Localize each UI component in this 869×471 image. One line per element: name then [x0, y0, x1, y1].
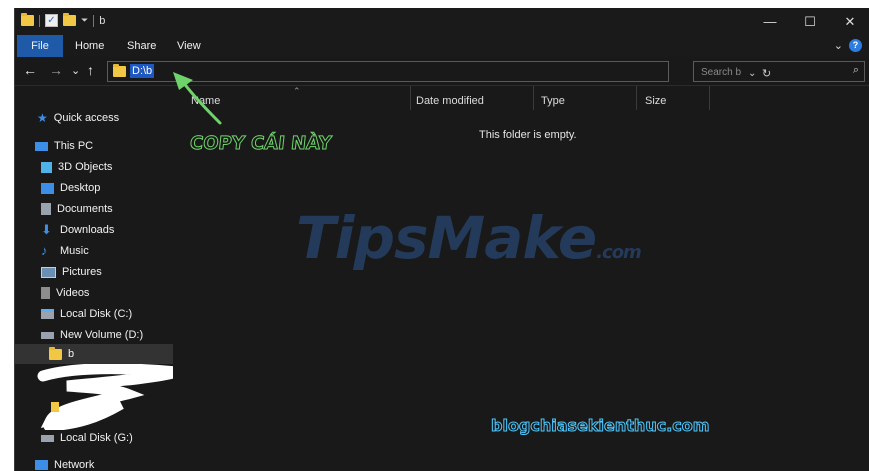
sort-ascending-icon: ⌃	[293, 86, 301, 96]
tipsmake-watermark: TipsMake.com	[296, 204, 642, 272]
sidebar-item-label: Quick access	[53, 112, 120, 124]
sidebar-item-3d-objects[interactable]: 3D Objects	[41, 157, 112, 177]
folder-icon	[21, 13, 34, 26]
cube-icon	[41, 161, 52, 173]
window-title: b	[99, 14, 106, 27]
ribbon-right: ⌄ ?	[834, 39, 862, 52]
computer-icon	[35, 141, 48, 151]
star-icon: ★	[37, 111, 48, 125]
annotation-arrow-icon	[173, 72, 222, 125]
sidebar-item-label: This PC	[54, 140, 94, 152]
sidebar-item-label: Music	[60, 245, 89, 257]
forward-arrow-icon[interactable]: →	[49, 62, 63, 78]
tab-home[interactable]: Home	[65, 35, 114, 57]
sidebar-item-label: Downloads	[60, 224, 115, 236]
column-header-type[interactable]: Type	[541, 92, 565, 110]
column-divider[interactable]	[533, 86, 534, 110]
drive-icon	[41, 434, 54, 442]
sidebar-item-label: Videos	[56, 287, 90, 299]
redaction-scribble	[37, 364, 179, 430]
sidebar-item-label: Local Disk (G:)	[60, 432, 133, 444]
file-explorer-window: ✓ ⏷ b — ☐ ✕ File Home Share View ⌄ ? ← →…	[14, 8, 869, 471]
sidebar-item-desktop[interactable]: Desktop	[41, 178, 100, 198]
close-button[interactable]: ✕	[830, 8, 869, 35]
copy-annotation: COPY CÁI NÀY	[188, 133, 333, 155]
separator	[39, 14, 40, 27]
watermark-suffix: .com	[596, 242, 642, 263]
drive-icon	[41, 331, 54, 339]
column-divider[interactable]	[636, 86, 637, 110]
minimize-button[interactable]: —	[750, 8, 790, 35]
column-header-date-modified[interactable]: Date modified	[416, 92, 484, 110]
new-folder-icon[interactable]	[63, 13, 76, 26]
column-header-size[interactable]: Size	[645, 92, 666, 110]
navigation-bar: ← → ⌄ ↑ D:\b ⌄ ↻ ⌕	[15, 57, 869, 86]
quick-access-toolbar: ✓ ⏷ b	[21, 13, 106, 27]
recent-locations-icon[interactable]: ⌄	[71, 64, 80, 77]
drive-icon	[41, 309, 54, 319]
document-icon	[41, 203, 51, 215]
column-divider[interactable]	[410, 86, 411, 110]
folder-icon	[49, 346, 62, 360]
separator	[93, 14, 95, 27]
sidebar-item-documents[interactable]: Documents	[41, 199, 113, 219]
sidebar-item-label: Network	[54, 459, 95, 471]
window-controls: — ☐ ✕	[750, 8, 869, 35]
address-text[interactable]: D:\b	[130, 64, 155, 78]
sidebar-item-label: Documents	[57, 203, 113, 215]
sidebar-item-music[interactable]: ♪ Music	[41, 241, 89, 261]
sidebar-item-new-volume-d[interactable]: New Volume (D:)	[41, 325, 143, 345]
help-icon[interactable]: ?	[849, 39, 862, 52]
sidebar-item-label: b	[68, 348, 75, 360]
sidebar-item-quick-access[interactable]: ★ Quick access	[37, 108, 119, 128]
up-arrow-icon[interactable]: ↑	[87, 62, 94, 78]
sidebar-item-downloads[interactable]: ⬇ Downloads	[41, 220, 114, 240]
empty-folder-message: This folder is empty.	[479, 129, 577, 141]
pictures-icon	[41, 266, 56, 278]
title-bar: ✓ ⏷ b — ☐ ✕	[15, 8, 869, 35]
sidebar-item-this-pc[interactable]: This PC	[35, 136, 93, 156]
ribbon-tabs: File Home Share View ⌄ ?	[15, 35, 869, 57]
column-divider[interactable]	[709, 86, 710, 110]
search-input[interactable]	[699, 64, 843, 80]
watermark-text: TipsMake	[296, 204, 597, 272]
search-box[interactable]: ⌕	[693, 61, 865, 82]
customize-toolbar-icon[interactable]: ⏷	[81, 15, 88, 26]
sidebar-item-videos[interactable]: Videos	[41, 283, 89, 303]
blog-watermark: blogchiasekienthuc.com	[490, 416, 710, 436]
sidebar-item-b[interactable]: b	[15, 344, 173, 364]
sidebar-item-label: New Volume (D:)	[60, 329, 144, 341]
tab-share[interactable]: Share	[117, 35, 166, 57]
network-icon	[35, 460, 48, 470]
tab-file[interactable]: File	[17, 35, 63, 57]
back-arrow-icon[interactable]: ←	[23, 62, 37, 78]
expand-ribbon-icon[interactable]: ⌄	[834, 39, 843, 52]
navigation-pane: ★ Quick access This PC 3D Objects Deskto…	[15, 86, 179, 471]
sidebar-item-label: Pictures	[62, 266, 102, 278]
tab-view[interactable]: View	[167, 35, 211, 57]
maximize-button[interactable]: ☐	[790, 8, 830, 35]
properties-icon[interactable]: ✓	[45, 14, 58, 27]
search-icon[interactable]: ⌕	[853, 64, 859, 77]
folder-icon	[113, 64, 126, 77]
sidebar-item-label: 3D Objects	[58, 161, 113, 173]
sidebar-item-label: Desktop	[60, 182, 101, 194]
desktop-icon	[41, 182, 54, 194]
sidebar-item-pictures[interactable]: Pictures	[41, 262, 102, 282]
download-icon: ⬇	[41, 222, 52, 237]
sidebar-item-local-disk-c[interactable]: Local Disk (C:)	[41, 304, 132, 324]
sidebar-item-network[interactable]: Network	[35, 455, 94, 471]
music-icon: ♪	[41, 243, 48, 258]
sidebar-item-label: Local Disk (C:)	[60, 308, 133, 320]
sidebar-item-local-disk-g[interactable]: Local Disk (G:)	[41, 428, 133, 448]
video-icon	[41, 287, 50, 299]
